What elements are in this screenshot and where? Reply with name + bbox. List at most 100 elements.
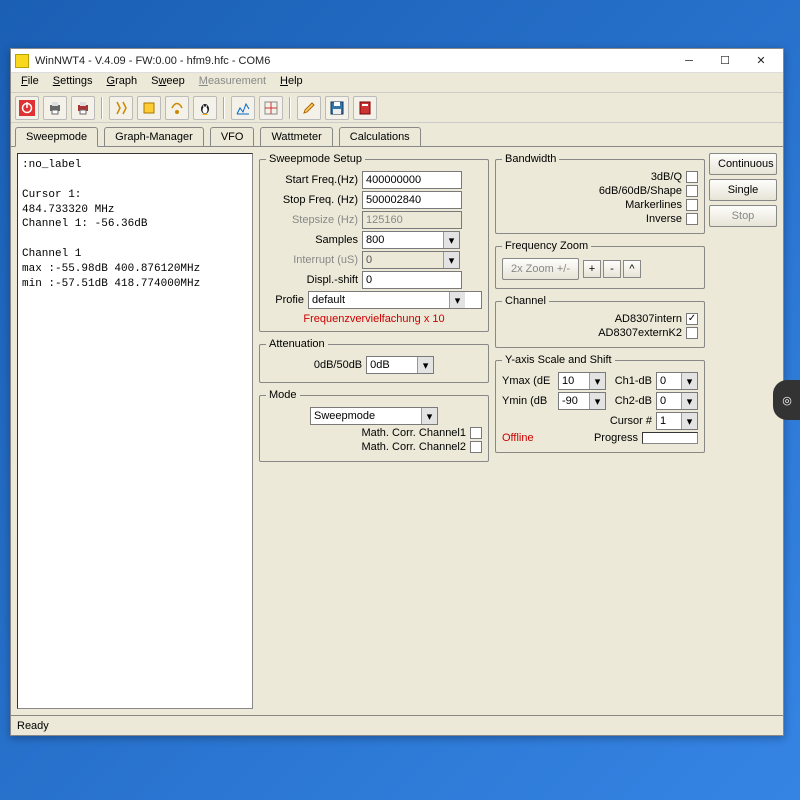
chevron-down-icon[interactable]: ▾ — [589, 373, 605, 389]
menu-bar: File Settings Graph Sweep Measurement He… — [11, 73, 783, 93]
channel-extern-checkbox[interactable] — [686, 327, 698, 339]
ch1db-select[interactable]: ▾ — [656, 372, 698, 390]
bw-shape-label: 6dB/60dB/Shape — [599, 185, 682, 197]
chevron-down-icon[interactable]: ▾ — [589, 393, 605, 409]
tab-graph-manager[interactable]: Graph-Manager — [104, 127, 204, 146]
calc-icon[interactable] — [353, 96, 377, 120]
interrupt-label: Interrupt (uS) — [266, 254, 358, 266]
mode-group: Mode ▾ Math. Corr. Channel1 Math. Corr. … — [259, 389, 489, 462]
bw-3db-checkbox[interactable] — [686, 171, 698, 183]
stop-freq-label: Stop Freq. (Hz) — [266, 194, 358, 206]
minimize-button[interactable]: ─ — [671, 51, 707, 71]
single-button[interactable]: Single — [709, 179, 777, 201]
math-corr-ch1-checkbox[interactable] — [470, 427, 482, 439]
tool-icon-2[interactable] — [137, 96, 161, 120]
chevron-down-icon: ▾ — [443, 252, 459, 268]
zoom-caret-button[interactable]: ^ — [623, 260, 641, 278]
menu-settings[interactable]: Settings — [47, 73, 99, 92]
sweepmode-setup-legend: Sweepmode Setup — [266, 153, 365, 165]
samples-select[interactable]: ▾ — [362, 231, 460, 249]
tab-vfo[interactable]: VFO — [210, 127, 255, 146]
tab-wattmeter[interactable]: Wattmeter — [260, 127, 332, 146]
bw-markerlines-checkbox[interactable] — [686, 199, 698, 211]
chevron-down-icon[interactable]: ▾ — [681, 393, 697, 409]
start-freq-label: Start Freq.(Hz) — [266, 174, 358, 186]
mode-legend: Mode — [266, 389, 300, 401]
status-text: Ready — [17, 720, 49, 732]
displ-shift-input[interactable] — [362, 271, 462, 289]
yaxis-group: Y-axis Scale and Shift Ymax (dE ▾ Ch1-dB… — [495, 354, 705, 453]
chevron-down-icon[interactable]: ▾ — [681, 373, 697, 389]
graph-icon-1[interactable] — [231, 96, 255, 120]
frequency-zoom-legend: Frequency Zoom — [502, 240, 591, 252]
ch1db-label: Ch1-dB — [610, 375, 652, 387]
cursor-num-select[interactable]: ▾ — [656, 412, 698, 430]
menu-graph[interactable]: Graph — [101, 73, 144, 92]
bw-shape-checkbox[interactable] — [686, 185, 698, 197]
power-icon[interactable] — [15, 96, 39, 120]
ch2db-label: Ch2-dB — [610, 395, 652, 407]
info-textbox[interactable]: :no_label Cursor 1: 484.733320 MHz Chann… — [17, 153, 253, 709]
tool-icon-3[interactable] — [165, 96, 189, 120]
tab-sweepmode[interactable]: Sweepmode — [15, 127, 98, 147]
title-bar: WinNWT4 - V.4.09 - FW:0.00 - hfm9.hfc - … — [11, 49, 783, 73]
tab-bar: Sweepmode Graph-Manager VFO Wattmeter Ca… — [11, 123, 783, 147]
close-button[interactable]: ✕ — [743, 51, 779, 71]
bw-3db-label: 3dB/Q — [651, 171, 682, 183]
penguin-icon[interactable] — [193, 96, 217, 120]
save-icon[interactable] — [325, 96, 349, 120]
tool-icon-1[interactable] — [109, 96, 133, 120]
ymin-select[interactable]: ▾ — [558, 392, 606, 410]
freq-mult-note: Frequenzvervielfachung x 10 — [266, 313, 482, 325]
attenuation-select[interactable]: ▾ — [366, 356, 434, 374]
channel-intern-checkbox[interactable]: ✓ — [686, 313, 698, 325]
continuous-button[interactable]: Continuous — [709, 153, 777, 175]
yaxis-legend: Y-axis Scale and Shift — [502, 354, 615, 366]
frequency-zoom-group: Frequency Zoom 2x Zoom +/- + - ^ — [495, 240, 705, 289]
menu-help[interactable]: Help — [274, 73, 309, 92]
print-icon[interactable] — [43, 96, 67, 120]
menu-sweep[interactable]: Sweep — [145, 73, 191, 92]
start-freq-input[interactable] — [362, 171, 462, 189]
channel-intern-label: AD8307intern — [615, 313, 682, 325]
side-badge-icon[interactable]: ◎ — [773, 380, 800, 420]
math-corr-ch2-checkbox[interactable] — [470, 441, 482, 453]
attenuation-legend: Attenuation — [266, 338, 328, 350]
stop-freq-input[interactable] — [362, 191, 462, 209]
mode-select[interactable]: ▾ — [310, 407, 438, 425]
bw-markerlines-label: Markerlines — [625, 199, 682, 211]
chevron-down-icon[interactable]: ▾ — [417, 357, 433, 373]
menu-measurement[interactable]: Measurement — [193, 73, 272, 92]
edit-icon[interactable] — [297, 96, 321, 120]
channel-legend: Channel — [502, 295, 549, 307]
status-bar: Ready — [11, 715, 783, 735]
profile-select[interactable]: ▾ — [308, 291, 482, 309]
attenuation-label: 0dB/50dB — [314, 359, 362, 371]
tab-calculations[interactable]: Calculations — [339, 127, 421, 146]
samples-label: Samples — [266, 234, 358, 246]
sweepmode-setup-group: Sweepmode Setup Start Freq.(Hz) Stop Fre… — [259, 153, 489, 332]
chevron-down-icon[interactable]: ▾ — [443, 232, 459, 248]
zoom-2x-button: 2x Zoom +/- — [502, 258, 579, 280]
zoom-plus-button[interactable]: + — [583, 260, 601, 278]
stop-button: Stop — [709, 205, 777, 227]
print-color-icon[interactable] — [71, 96, 95, 120]
ch2db-select[interactable]: ▾ — [656, 392, 698, 410]
chevron-down-icon[interactable]: ▾ — [421, 408, 437, 424]
interrupt-select: ▾ — [362, 251, 460, 269]
stepsize-label: Stepsize (Hz) — [266, 214, 358, 226]
chevron-down-icon[interactable]: ▾ — [681, 413, 697, 429]
ymax-select[interactable]: ▾ — [558, 372, 606, 390]
ymin-label: Ymin (dB — [502, 395, 554, 407]
window-title: WinNWT4 - V.4.09 - FW:0.00 - hfm9.hfc - … — [35, 55, 671, 67]
maximize-button[interactable]: ☐ — [707, 51, 743, 71]
graph-icon-2[interactable] — [259, 96, 283, 120]
stepsize-input — [362, 211, 462, 229]
bw-inverse-checkbox[interactable] — [686, 213, 698, 225]
content-area: :no_label Cursor 1: 484.733320 MHz Chann… — [11, 147, 783, 715]
zoom-minus-button[interactable]: - — [603, 260, 621, 278]
channel-extern-label: AD8307externK2 — [598, 327, 682, 339]
chevron-down-icon[interactable]: ▾ — [449, 292, 465, 308]
menu-file[interactable]: File — [15, 73, 45, 92]
app-icon — [15, 54, 29, 68]
